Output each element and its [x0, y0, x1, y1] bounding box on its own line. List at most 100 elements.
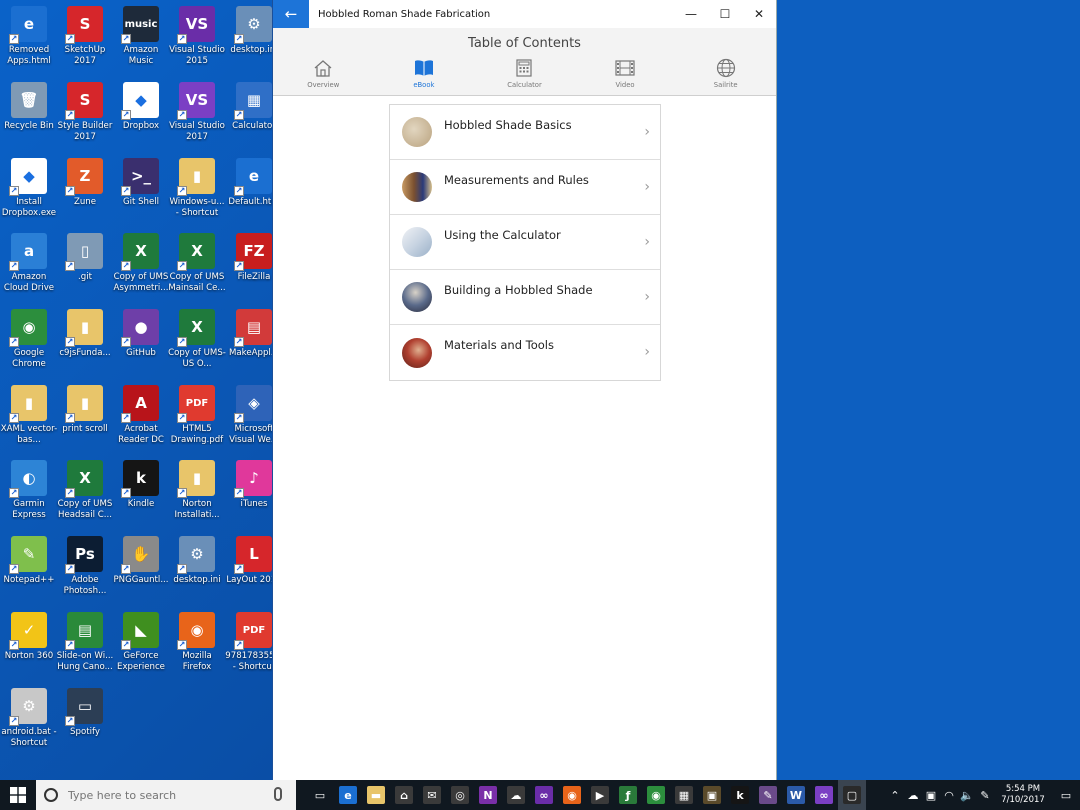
- app-icon: S ↗: [65, 6, 103, 44]
- volume-icon[interactable]: 🔈: [958, 780, 976, 810]
- taskbar-app-visual-studio[interactable]: ∞: [530, 780, 558, 810]
- app-icon: ◆ ↗: [121, 82, 159, 120]
- tab-calculator[interactable]: Calculator: [474, 58, 575, 96]
- list-item[interactable]: Measurements and Rules ›: [390, 160, 660, 215]
- desktop-icon[interactable]: ✓ ↗ Norton 360: [0, 612, 58, 662]
- desktop-icon[interactable]: k ↗ Kindle: [112, 460, 170, 510]
- title-bar: ← Hobbled Roman Shade Fabrication — ☐ ✕: [273, 0, 776, 28]
- desktop-icon[interactable]: ● ↗ GitHub: [112, 309, 170, 359]
- taskbar-app-mail[interactable]: ✉: [418, 780, 446, 810]
- tab-ebook[interactable]: eBook: [374, 58, 475, 96]
- taskbar-app-photo[interactable]: ▣: [698, 780, 726, 810]
- desktop-icon[interactable]: ◣ ↗ GeForce Experience: [112, 612, 170, 672]
- taskbar-app-store[interactable]: ⌂: [390, 780, 418, 810]
- pen-icon[interactable]: ✎: [976, 780, 994, 810]
- desktop-icon[interactable]: ▮ ↗ Norton Installati...: [168, 460, 226, 520]
- desktop-icon[interactable]: ▮ ↗ Windows-u... - Shortcut: [168, 158, 226, 218]
- maximize-button[interactable]: ☐: [708, 0, 742, 28]
- taskbar-app-media[interactable]: ▶: [586, 780, 614, 810]
- desktop-icon[interactable]: ▭ ↗ Spotify: [56, 688, 114, 738]
- desktop-icon[interactable]: X ↗ Copy of UMS Mainsail Ce...: [168, 233, 226, 293]
- app-icon: ▮ ↗: [177, 158, 215, 196]
- taskbar-search[interactable]: [36, 780, 296, 810]
- taskbar-app-file-explorer[interactable]: ▬: [362, 780, 390, 810]
- taskbar-app-chrome[interactable]: ◉: [642, 780, 670, 810]
- desktop-icon[interactable]: ◉ ↗ Mozilla Firefox: [168, 612, 226, 672]
- desktop-icon[interactable]: a ↗ Amazon Cloud Drive: [0, 233, 58, 293]
- desktop-icon[interactable]: VS ↗ Visual Studio 2017: [168, 82, 226, 142]
- desktop-icon-label: Style Builder 2017: [57, 121, 113, 142]
- desktop-icon[interactable]: ▤ ↗ Slide-on Wi... Hung Cano...: [56, 612, 114, 672]
- chevron-up-icon[interactable]: ⌃: [886, 780, 904, 810]
- desktop-icon[interactable]: Z ↗ Zune: [56, 158, 114, 208]
- desktop-icon[interactable]: S ↗ SketchUp 2017: [56, 6, 114, 66]
- start-button[interactable]: [0, 780, 36, 810]
- desktop-icon-label: Install Dropbox.exe: [1, 197, 57, 218]
- microphone-icon[interactable]: [274, 787, 282, 801]
- taskbar-app-onenote[interactable]: N: [474, 780, 502, 810]
- taskbar-app-visual-studio-2[interactable]: ∞: [810, 780, 838, 810]
- taskbar-app-shade-app[interactable]: ▢: [838, 780, 866, 810]
- taskbar-app-task-view[interactable]: ▭: [306, 780, 334, 810]
- taskbar-app-word[interactable]: W: [782, 780, 810, 810]
- desktop-icon[interactable]: ◆ ↗ Install Dropbox.exe: [0, 158, 58, 218]
- desktop-icon[interactable]: S ↗ Style Builder 2017: [56, 82, 114, 142]
- back-button[interactable]: ←: [273, 0, 309, 28]
- desktop-icon[interactable]: A ↗ Acrobat Reader DC: [112, 385, 170, 445]
- desktop-icon[interactable]: ◉ ↗ Google Chrome: [0, 309, 58, 369]
- desktop-icon[interactable]: X ↗ Copy of UMS-US O...: [168, 309, 226, 369]
- taskbar-app-app[interactable]: ☁: [502, 780, 530, 810]
- tab-video[interactable]: Video: [575, 58, 676, 96]
- taskbar-app-groove[interactable]: ◎: [446, 780, 474, 810]
- list-item[interactable]: Using the Calculator ›: [390, 215, 660, 270]
- desktop-icon[interactable]: Ps ↗ Adobe Photosh...: [56, 536, 114, 596]
- desktop-icon[interactable]: >_ ↗ Git Shell: [112, 158, 170, 208]
- shortcut-arrow-icon: ↗: [9, 716, 19, 726]
- list-item[interactable]: Building a Hobbled Shade ›: [390, 270, 660, 325]
- list-item[interactable]: Materials and Tools ›: [390, 325, 660, 380]
- desktop-icon[interactable]: ▮ ↗ XAML vector-bas...: [0, 385, 58, 445]
- desktop-icon[interactable]: PDF ↗ HTML5 Drawing.pdf: [168, 385, 226, 445]
- desktop-icon[interactable]: ⚙ ↗ desktop.ini: [168, 536, 226, 586]
- minimize-button[interactable]: —: [674, 0, 708, 28]
- close-button[interactable]: ✕: [742, 0, 776, 28]
- list-item[interactable]: Hobbled Shade Basics ›: [390, 105, 660, 160]
- search-input[interactable]: [68, 788, 258, 802]
- desktop-icon[interactable]: ◐ ↗ Garmin Express: [0, 460, 58, 520]
- desktop-icon[interactable]: 🗑 Recycle Bin: [0, 82, 58, 132]
- desktop-icon[interactable]: ✎ ↗ Notepad++: [0, 536, 58, 586]
- app-icon: ✓ ↗: [9, 612, 47, 650]
- taskbar-app-kindle[interactable]: k: [726, 780, 754, 810]
- desktop-icon[interactable]: X ↗ Copy of UMS Headsail C...: [56, 460, 114, 520]
- shortcut-arrow-icon: ↗: [177, 110, 187, 120]
- tab-sailrite[interactable]: Sailrite: [675, 58, 776, 96]
- app-tray-icon[interactable]: ▣: [922, 780, 940, 810]
- book-icon: [413, 58, 435, 78]
- desktop-icon[interactable]: ◆ ↗ Dropbox: [112, 82, 170, 132]
- shortcut-arrow-icon: ↗: [65, 488, 75, 498]
- desktop-icon[interactable]: X ↗ Copy of UMS Asymmetri...: [112, 233, 170, 293]
- app-icon: ▦ ↗: [234, 82, 272, 120]
- desktop-icon[interactable]: music ↗ Amazon Music: [112, 6, 170, 66]
- tab-overview[interactable]: Overview: [273, 58, 374, 96]
- shortcut-arrow-icon: ↗: [121, 110, 131, 120]
- taskbar-app-edge[interactable]: e: [334, 780, 362, 810]
- desktop-icon[interactable]: VS ↗ Visual Studio 2015: [168, 6, 226, 66]
- desktop-icon[interactable]: ▮ ↗ c9jsFunda...: [56, 309, 114, 359]
- desktop-icon[interactable]: ✋ ↗ PNGGauntl...: [112, 536, 170, 586]
- taskbar-app-app2[interactable]: ✎: [754, 780, 782, 810]
- cloud-icon[interactable]: ☁: [904, 780, 922, 810]
- taskbar-app-firefox[interactable]: ◉: [558, 780, 586, 810]
- wifi-icon[interactable]: ◠: [940, 780, 958, 810]
- desktop-icon[interactable]: e ↗ Removed Apps.html: [0, 6, 58, 66]
- shortcut-arrow-icon: ↗: [177, 564, 187, 574]
- clock[interactable]: 5:54 PM 7/10/2017: [994, 784, 1052, 806]
- taskbar-app-formula[interactable]: ƒ: [614, 780, 642, 810]
- notifications-icon[interactable]: ▭: [1052, 780, 1080, 810]
- desktop-icon[interactable]: ▯ ↗ .git: [56, 233, 114, 283]
- desktop-icon[interactable]: ▮ ↗ print scroll: [56, 385, 114, 435]
- app-icon: ▮ ↗: [65, 385, 103, 423]
- desktop-icon[interactable]: ⚙ ↗ android.bat - Shortcut: [0, 688, 58, 748]
- desktop-icon-label: Removed Apps.html: [7, 45, 51, 66]
- taskbar-app-calculator[interactable]: ▦: [670, 780, 698, 810]
